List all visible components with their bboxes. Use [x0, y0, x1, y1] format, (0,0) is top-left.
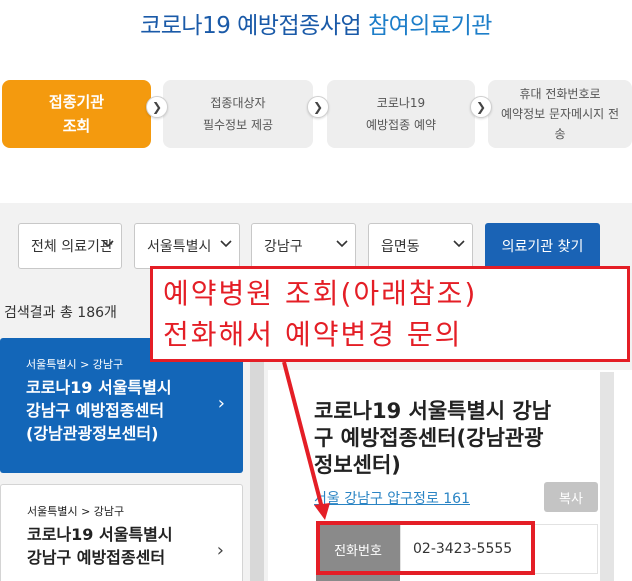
page-title-main: 코로나19 예방접종사업	[140, 13, 362, 39]
step-label-line2: 필수정보 제공	[202, 118, 274, 132]
town-value: 읍면동	[381, 239, 420, 255]
step-label-line2: 예방접종 예약	[365, 118, 437, 132]
step-label-line3: 송	[554, 127, 566, 141]
annotation-box: 예약병원 조회(아래참조) 전화해서 예약변경 문의	[150, 266, 630, 362]
chevron-right-icon: ❯	[307, 96, 329, 118]
step-3-reservation[interactable]: 코로나19 예방접종 예약	[327, 80, 475, 148]
step-label-line2: 조회	[62, 117, 91, 135]
step-label-line1: 접종기관	[48, 93, 105, 111]
step-1-institution-search[interactable]: 접종기관 조회	[2, 80, 151, 148]
card-breadcrumb: 서울특별시 > 강남구	[27, 505, 125, 518]
town-select[interactable]: 읍면동	[368, 223, 473, 269]
result-count: 검색결과 총 186개	[4, 305, 117, 321]
card-name-line3: (강남관광정보센터)	[26, 424, 159, 443]
chevron-down-icon	[453, 240, 465, 248]
copy-button[interactable]: 복사	[544, 482, 598, 512]
chevron-right-icon: ❯	[146, 96, 168, 118]
step-2-required-info[interactable]: 접종대상자 필수정보 제공	[163, 80, 313, 148]
chevron-right-icon: ›	[217, 393, 225, 414]
page-title-accent: 참여의료기관	[367, 13, 492, 39]
chevron-right-icon: ›	[216, 540, 224, 561]
page-title: 코로나19 예방접종사업 참여의료기관	[0, 6, 632, 40]
city-select[interactable]: 서울특별시	[134, 223, 240, 269]
step-label-line1: 코로나19	[376, 96, 426, 110]
district-value: 강남구	[264, 239, 303, 255]
step-label-line2: 예약정보 문자메시지 전	[500, 107, 620, 121]
phone-highlight-box	[316, 521, 535, 575]
detail-name-line1: 코로나19 서울특별시 강남	[314, 399, 552, 423]
annotation-line2: 전화해서 예약변경 문의	[163, 318, 463, 351]
detail-institution-name: 코로나19 서울특별시 강남 구 예방접종센터(강남관광 정보센터)	[314, 398, 604, 479]
district-select[interactable]: 강남구	[251, 223, 356, 269]
city-value: 서울특별시	[147, 239, 212, 255]
chevron-down-icon	[102, 240, 114, 248]
next-row-label	[316, 574, 400, 581]
result-card[interactable]: 서울특별시 > 강남구 코로나19 서울특별시 강남구 예방접종센터 ›	[0, 484, 243, 581]
card-name-line2: 강남구 예방접종센터	[27, 548, 166, 567]
card-name-line1: 코로나19 서울특별시	[27, 525, 173, 544]
results-scrollbar[interactable]	[250, 338, 264, 581]
step-label-line1: 휴대 전화번호로	[519, 87, 601, 101]
card-name-line1: 코로나19 서울특별시	[26, 378, 172, 397]
address-link[interactable]: 서울 강남구 압구정로 161	[314, 488, 470, 508]
detail-name-line2: 구 예방접종센터(강남관광	[314, 426, 544, 450]
institution-type-select[interactable]: 전체 의료기관	[18, 223, 122, 269]
card-name-line2: 강남구 예방접종센터	[26, 401, 165, 420]
annotation-line1: 예약병원 조회(아래참조)	[163, 277, 478, 310]
chevron-down-icon	[220, 240, 232, 248]
step-4-sms-notification[interactable]: 휴대 전화번호로 예약정보 문자메시지 전 송	[488, 80, 632, 148]
chevron-down-icon	[336, 240, 348, 248]
chevron-right-icon: ❯	[470, 96, 492, 118]
detail-name-line3: 정보센터)	[314, 453, 401, 477]
find-institution-button[interactable]: 의료기관 찾기	[485, 223, 600, 269]
step-label-line1: 접종대상자	[210, 96, 266, 110]
